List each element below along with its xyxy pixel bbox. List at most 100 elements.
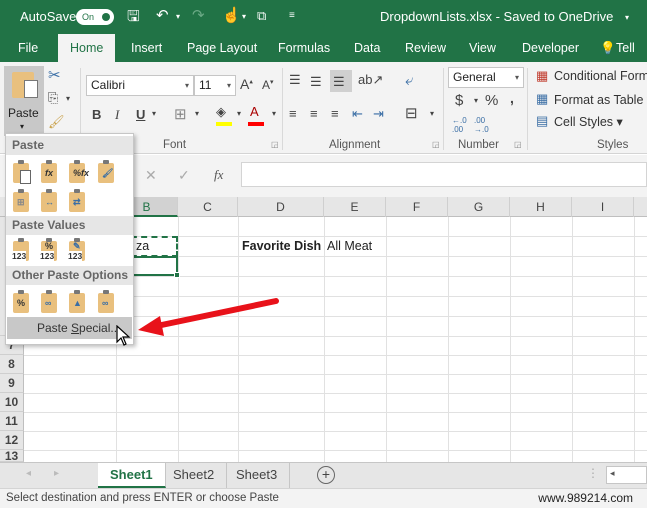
tell-me-search[interactable]: Tell m: [616, 34, 647, 83]
font-size-select[interactable]: 11 ▾: [194, 75, 236, 96]
cell-d2[interactable]: Favorite Dish: [242, 237, 321, 256]
values-source-formatting-icon[interactable]: ✎ 123: [67, 238, 89, 262]
autosave-toggle[interactable]: On: [76, 9, 114, 25]
increase-font-size-icon[interactable]: A▴: [240, 76, 253, 92]
align-left-icon[interactable]: ≡: [289, 106, 297, 121]
column-header-i[interactable]: I: [572, 197, 634, 217]
no-borders-icon[interactable]: ⊞: [11, 189, 33, 213]
fill-dropdown-icon[interactable]: ▾: [237, 109, 241, 118]
column-header-e[interactable]: E: [324, 197, 386, 217]
cancel-icon[interactable]: ✕: [145, 167, 157, 184]
sheet-tab-sheet1[interactable]: Sheet1: [98, 463, 166, 488]
tab-file[interactable]: File: [18, 34, 38, 62]
conditional-formatting-button[interactable]: Conditional Forma: [554, 69, 647, 83]
wrap-text-icon[interactable]: ⤶: [405, 72, 413, 89]
scroll-left-sheet-icon[interactable]: ◂: [26, 468, 31, 479]
cell-b2[interactable]: za: [136, 237, 149, 256]
merge-center-icon[interactable]: ⊟: [405, 104, 418, 122]
paste-special-menu-item[interactable]: Paste Special...: [7, 317, 132, 339]
column-header-h[interactable]: H: [510, 197, 572, 217]
paste-formulas-number-formatting-icon[interactable]: %fx: [67, 160, 89, 184]
keep-source-formatting-icon[interactable]: 🖌: [96, 160, 118, 184]
tab-formulas[interactable]: Formulas: [278, 34, 330, 62]
touch-mode-icon[interactable]: ☝: [222, 6, 241, 24]
scroll-right-sheet-icon[interactable]: ▸: [54, 468, 59, 479]
tab-review[interactable]: Review: [405, 34, 446, 62]
font-color-icon[interactable]: A: [248, 104, 264, 126]
copy-icon[interactable]: ⎘: [48, 90, 58, 106]
column-header-c[interactable]: C: [178, 197, 238, 217]
column-header-g[interactable]: G: [448, 197, 510, 217]
underline-button[interactable]: U: [136, 107, 145, 122]
percent-button[interactable]: %: [485, 92, 498, 109]
row-header-8[interactable]: 8: [0, 355, 24, 374]
increase-indent-icon[interactable]: ⇥: [373, 106, 384, 122]
align-center-icon[interactable]: ≡: [310, 106, 318, 121]
column-header-f[interactable]: F: [386, 197, 448, 217]
customize-qat-icon[interactable]: ≡: [289, 10, 295, 21]
copy-dropdown-icon[interactable]: ▾: [66, 94, 70, 103]
top-align-icon[interactable]: ☰: [289, 72, 301, 88]
org-chart-icon[interactable]: ⧉: [257, 8, 266, 24]
font-dialog-launcher-icon[interactable]: ◲: [271, 140, 279, 149]
tab-developer[interactable]: Developer: [522, 34, 579, 62]
merge-dropdown-icon[interactable]: ▾: [430, 109, 434, 118]
font-color-dropdown-icon[interactable]: ▾: [272, 109, 276, 118]
tab-page-layout[interactable]: Page Layout: [187, 34, 257, 62]
middle-align-icon[interactable]: ☰: [310, 74, 322, 90]
paste-button[interactable]: Paste ▾: [4, 66, 44, 136]
undo-icon[interactable]: ↶: [156, 6, 169, 24]
cell-e2[interactable]: All Meat: [327, 237, 372, 256]
format-painter-icon[interactable]: 🖌: [48, 114, 65, 130]
align-right-icon[interactable]: ≡: [331, 106, 339, 121]
row-header-9[interactable]: 9: [0, 374, 24, 393]
fill-handle[interactable]: [174, 272, 180, 278]
keep-column-widths-icon[interactable]: ↔: [39, 189, 61, 213]
row-header-11[interactable]: 11: [0, 412, 24, 431]
increase-decimal-icon[interactable]: ←.0.00: [452, 116, 467, 134]
comma-button[interactable]: ,: [510, 90, 514, 106]
paste-formulas-icon[interactable]: fx: [39, 160, 61, 184]
tab-insert[interactable]: Insert: [131, 34, 162, 62]
borders-dropdown-icon[interactable]: ▾: [195, 109, 199, 118]
values-icon[interactable]: 123: [11, 238, 33, 262]
sheet-tab-sheet3[interactable]: Sheet3: [224, 463, 291, 488]
paste-link-icon[interactable]: ∞: [39, 290, 61, 314]
enter-icon[interactable]: ✓: [178, 167, 190, 184]
underline-dropdown-icon[interactable]: ▾: [152, 109, 156, 118]
linked-picture-icon[interactable]: ∞: [96, 290, 118, 314]
number-format-select[interactable]: General ▾: [448, 67, 524, 88]
decrease-indent-icon[interactable]: ⇤: [352, 106, 363, 122]
formula-input[interactable]: [241, 162, 647, 187]
font-name-select[interactable]: Calibri ▾: [86, 75, 194, 96]
picture-icon[interactable]: ▲: [67, 290, 89, 314]
column-header-d[interactable]: D: [238, 197, 324, 217]
currency-dropdown-icon[interactable]: ▾: [474, 96, 478, 105]
document-title[interactable]: DropdownLists.xlsx - Saved to OneDrive: [380, 9, 613, 24]
fill-color-icon[interactable]: ◈: [216, 104, 232, 126]
horizontal-scrollbar[interactable]: ◂: [606, 466, 647, 484]
undo-dropdown-icon[interactable]: ▾: [176, 12, 180, 21]
insert-function-icon[interactable]: fx: [214, 167, 223, 183]
add-sheet-button[interactable]: +: [317, 466, 335, 484]
cut-icon[interactable]: ✂: [48, 66, 61, 84]
alignment-dialog-launcher-icon[interactable]: ◲: [432, 140, 440, 149]
touch-dropdown-icon[interactable]: ▾: [242, 12, 246, 21]
formatting-icon[interactable]: %: [11, 290, 33, 314]
bold-button[interactable]: B: [92, 107, 101, 122]
transpose-icon[interactable]: ⇄: [67, 189, 89, 213]
scroll-left-icon[interactable]: ◂: [610, 468, 615, 479]
sheet-tab-sheet2[interactable]: Sheet2: [161, 463, 228, 488]
tab-splitter-handle[interactable]: ⋮: [587, 466, 599, 480]
tab-view[interactable]: View: [469, 34, 496, 62]
decrease-font-size-icon[interactable]: A▾: [262, 78, 274, 92]
currency-button[interactable]: $: [455, 92, 463, 109]
row-header-12[interactable]: 12: [0, 431, 24, 450]
format-as-table-button[interactable]: Format as Table ▾: [554, 92, 647, 107]
redo-icon[interactable]: ↷: [192, 6, 205, 24]
tab-home[interactable]: Home: [58, 34, 116, 62]
title-dropdown-icon[interactable]: ▾: [625, 13, 629, 22]
decrease-decimal-icon[interactable]: .00 →.0: [474, 116, 489, 134]
save-icon[interactable]: 🖫: [127, 6, 140, 31]
borders-icon[interactable]: ⊞: [174, 105, 187, 123]
